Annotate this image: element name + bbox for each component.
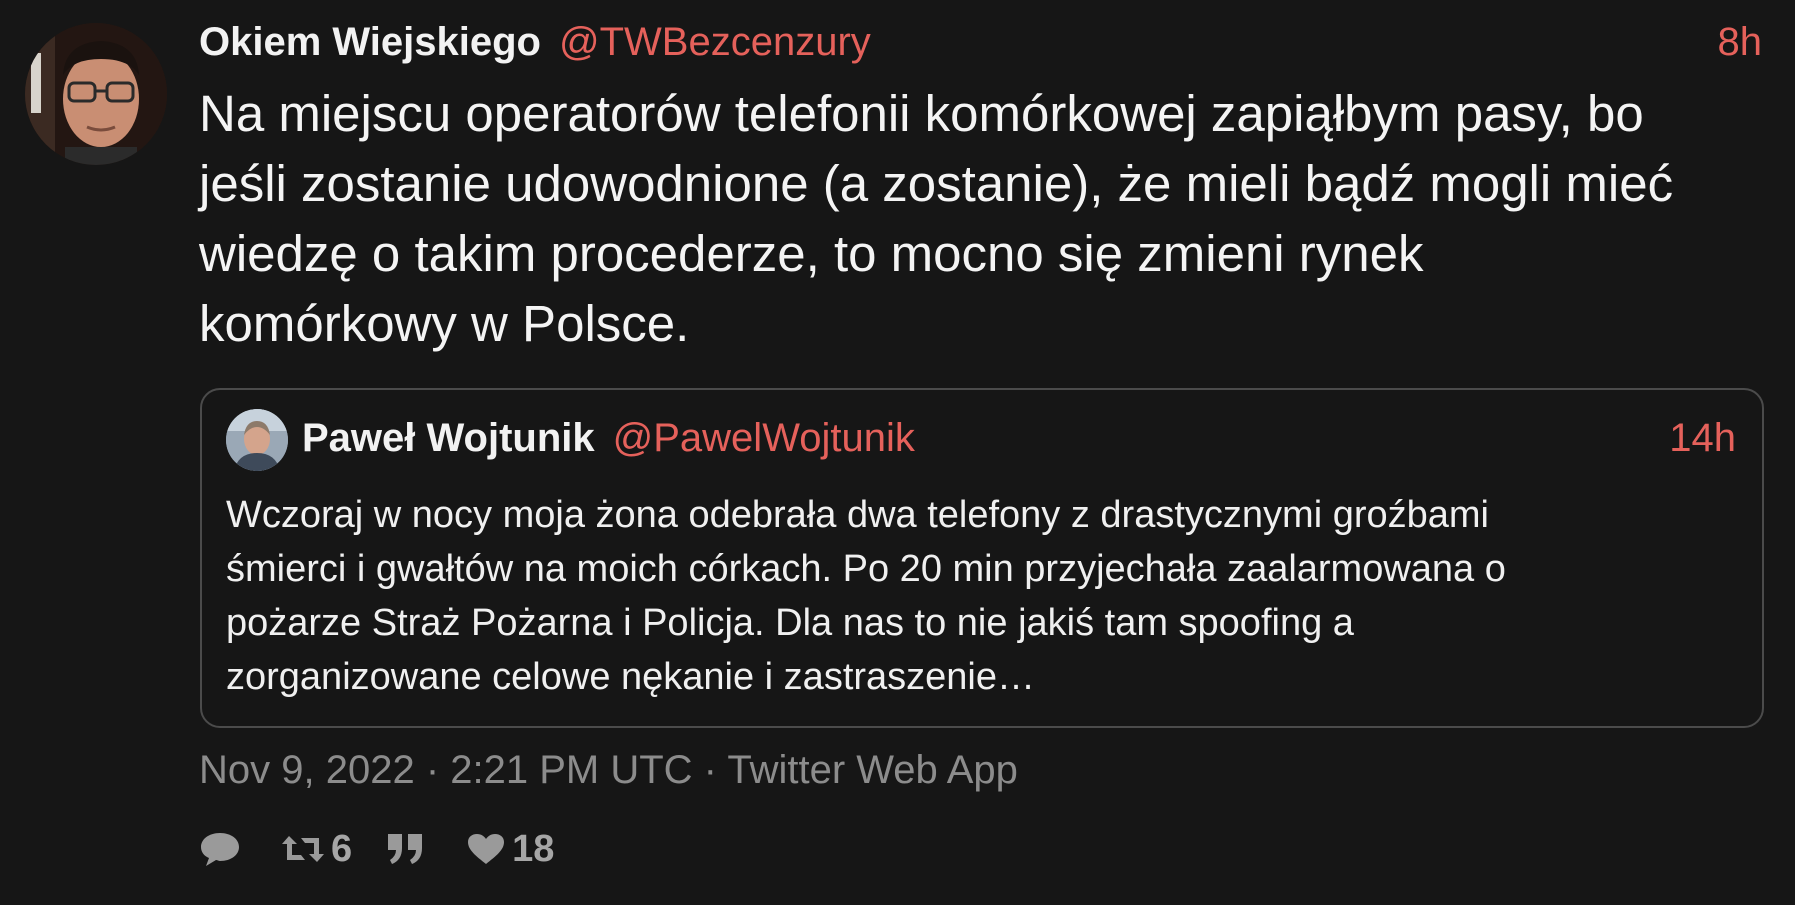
- tweet-stats: 6 18: [199, 825, 588, 873]
- retweet-count: 6: [331, 827, 353, 870]
- author-username[interactable]: @TWBezcenzury: [559, 20, 871, 65]
- quoted-text-line: pożarze Straż Pożarna i Policja. Dla nas…: [226, 602, 1354, 644]
- quoted-tweet[interactable]: Paweł Wojtunik @PawelWojtunik 14h Wczora…: [200, 388, 1764, 728]
- quoted-text-line: śmierci i gwałtów na moich córkach. Po 2…: [226, 548, 1506, 590]
- quoted-author-username[interactable]: @PawelWojtunik: [613, 416, 915, 461]
- tweet-time[interactable]: 8h: [1718, 20, 1763, 65]
- tweet-content-line: Na miejscu operatorów telefonii komórkow…: [199, 85, 1644, 142]
- tweet-content: Na miejscu operatorów telefonii komórkow…: [199, 79, 1769, 359]
- author-avatar[interactable]: [25, 23, 167, 165]
- comment-icon: [199, 830, 241, 868]
- quoted-tweet-text: Wczoraj w nocy moja żona odebrała dwa te…: [226, 488, 1736, 704]
- tweet-content-line: wiedzę o takim procederze, to mocno się …: [199, 225, 1424, 282]
- retweet-button[interactable]: 6: [281, 828, 352, 871]
- quoted-tweet-header: Paweł Wojtunik @PawelWojtunik 14h: [302, 412, 1736, 464]
- author-fullname[interactable]: Okiem Wiejskiego: [199, 20, 541, 65]
- quoted-author-fullname[interactable]: Paweł Wojtunik: [302, 416, 595, 461]
- tweet-header: Okiem Wiejskiego @TWBezcenzury 8h: [199, 14, 1762, 70]
- quote-icon: [386, 832, 426, 866]
- quoted-text-line: Wczoraj w nocy moja żona odebrała dwa te…: [226, 494, 1489, 536]
- like-count: 18: [512, 827, 555, 870]
- tweet-content-line: komórkowy w Polsce.: [199, 295, 690, 352]
- like-button[interactable]: 18: [466, 828, 554, 871]
- tweet-content-line: jeśli zostanie udowodnione (a zostanie),…: [199, 155, 1674, 212]
- tweet-published-date[interactable]: Nov 9, 2022 · 2:21 PM UTC · Twitter Web …: [199, 748, 1018, 793]
- quoted-text-line: zorganizowane celowe nękanie i zastrasze…: [226, 656, 1036, 698]
- reply-button[interactable]: [199, 830, 247, 868]
- quoted-author-avatar[interactable]: [226, 409, 288, 471]
- tweet: Okiem Wiejskiego @TWBezcenzury 8h Na mie…: [0, 0, 1795, 905]
- quoted-tweet-time[interactable]: 14h: [1669, 416, 1736, 461]
- quote-button[interactable]: [386, 832, 432, 866]
- heart-icon: [466, 832, 506, 866]
- retweet-icon: [281, 832, 325, 866]
